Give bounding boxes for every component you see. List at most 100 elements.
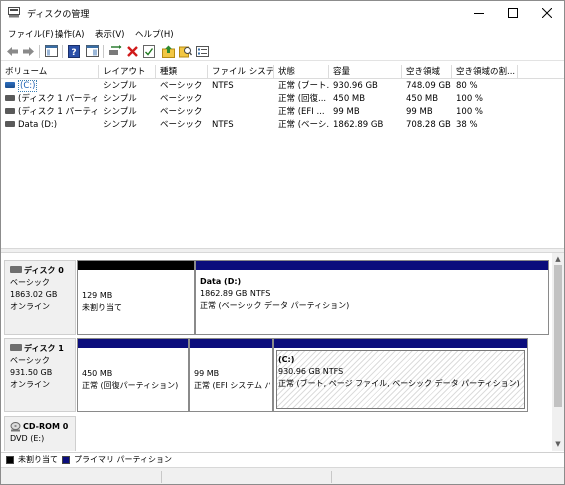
volume-capacity: 99 MB [333, 107, 360, 117]
legend-swatch-unallocated [6, 456, 14, 464]
partition-status: 正常 (ベーシック データ パーティション) [200, 301, 350, 310]
console-tree-icon [44, 45, 58, 57]
volume-icon [5, 107, 15, 114]
minimize-button[interactable] [462, 1, 496, 25]
volume-capacity: 450 MB [333, 94, 366, 104]
disk-0-label[interactable]: ディスク 0 ベーシック 1863.02 GB オンライン [4, 260, 76, 335]
disk-state: オンライン [10, 380, 50, 389]
column-header-type[interactable]: 種類 [156, 65, 208, 79]
volume-name: Data (D:) [18, 120, 58, 130]
partition-efi[interactable]: 99 MB 正常 (EFI システム パ [189, 338, 273, 412]
partition-status: 未割り当て [82, 303, 122, 312]
volume-status: 正常 (ブート... [278, 81, 329, 91]
volume-status: 正常 (EFI ... [278, 107, 325, 117]
menu-help[interactable]: ヘルプ(H) [135, 28, 174, 40]
volume-percent-free: 80 % [456, 81, 478, 91]
disk-type: DVD (E:) [10, 434, 45, 443]
disk-management-window: ディスクの管理 ファイル(F) 操作(A) 表示(V) ヘルプ(H) ? ボリュ… [0, 0, 565, 485]
volume-free-space: 99 MB [406, 107, 433, 117]
delete-button[interactable] [125, 44, 139, 58]
help-button[interactable]: ? [67, 44, 81, 58]
menu-action[interactable]: 操作(A) [55, 28, 84, 40]
close-button[interactable] [530, 1, 564, 25]
disk-icon [10, 266, 22, 273]
partition-bar [196, 261, 548, 270]
volume-status: 正常 (ベーシ... [278, 120, 329, 130]
properties-icon [143, 44, 155, 58]
disk-graphical-view: ディスク 0 ベーシック 1863.02 GB オンライン 129 MB 未割り… [1, 253, 564, 451]
column-header-capacity[interactable]: 容量 [329, 65, 402, 79]
column-header-filesystem[interactable]: ファイル システム [208, 65, 274, 79]
volume-icon [5, 120, 15, 127]
volume-name: (ディスク 1 パーティショ... [18, 107, 99, 117]
scrollbar-thumb[interactable] [554, 265, 562, 407]
partition-c[interactable]: (C:) 930.96 GB NTFS 正常 (ブート, ページ ファイル, ベ… [273, 338, 528, 412]
cdrom-icon [10, 421, 21, 431]
console-tree-button[interactable] [44, 44, 58, 58]
volume-type: ベーシック [160, 120, 203, 130]
column-header-volume[interactable]: ボリューム [1, 65, 99, 79]
column-header-free-space[interactable]: 空き領域 [402, 65, 452, 79]
close-icon [542, 8, 552, 18]
delete-icon [126, 45, 138, 57]
volume-free-space: 708.28 GB [406, 120, 451, 130]
maximize-button[interactable] [496, 1, 530, 25]
disk-name: ディスク 1 [24, 344, 64, 353]
disk-0-row: ディスク 0 ベーシック 1863.02 GB オンライン 129 MB 未割り… [1, 260, 551, 335]
cdrom-0-label[interactable]: CD-ROM 0 DVD (E:) [4, 416, 76, 451]
volume-row[interactable]: (ディスク 1 パーティショ... シンプル ベーシック 正常 (回復... 4… [1, 93, 564, 106]
volume-layout: シンプル [103, 94, 137, 104]
menu-view[interactable]: 表示(V) [95, 28, 124, 40]
disk-1-label[interactable]: ディスク 1 ベーシック 931.50 GB オンライン [4, 338, 76, 412]
volume-name: (ディスク 1 パーティショ... [18, 94, 99, 104]
list-icon [195, 45, 209, 57]
volume-layout: シンプル [103, 107, 137, 117]
column-header-status[interactable]: 状態 [274, 65, 329, 79]
volume-status: 正常 (回復... [278, 94, 327, 104]
scroll-up-icon[interactable]: ▲ [554, 255, 562, 263]
folder-up-button[interactable] [161, 44, 175, 58]
volume-type: ベーシック [160, 107, 203, 117]
column-header-layout[interactable]: レイアウト [99, 65, 156, 79]
volume-row[interactable]: (ディスク 1 パーティショ... シンプル ベーシック 正常 (EFI ...… [1, 106, 564, 119]
properties-button[interactable] [142, 44, 156, 58]
partition-unallocated[interactable]: 129 MB 未割り当て [77, 260, 195, 335]
volume-row[interactable]: (C:) シンプル ベーシック NTFS 正常 (ブート... 930.96 G… [1, 80, 564, 93]
disk-management-icon [8, 7, 20, 18]
partition-status: 正常 (ブート, ページ ファイル, ベーシック データ パーティション) [278, 379, 520, 388]
toolbar-separator [103, 45, 104, 58]
column-header-percent-free[interactable]: 空き領域の割... [452, 65, 518, 79]
partition-size: 129 MB [82, 291, 113, 300]
list-view-button[interactable] [195, 44, 209, 58]
legend-label-primary: プライマリ パーティション [74, 455, 173, 464]
menu-file[interactable]: ファイル(F) [8, 28, 54, 40]
help-icon: ? [68, 44, 80, 58]
partition-data-d[interactable]: Data (D:) 1862.89 GB NTFS 正常 (ベーシック データ … [195, 260, 549, 335]
forward-button[interactable] [21, 44, 35, 58]
volume-type: ベーシック [160, 94, 203, 104]
volume-free-space: 748.09 GB [406, 81, 451, 91]
toolbar-separator [62, 45, 63, 58]
scroll-down-icon[interactable]: ▼ [554, 440, 562, 448]
legend: 未割り当て プライマリ パーティション [1, 452, 564, 466]
partition-name: Data (D:) [200, 277, 242, 286]
volume-percent-free: 100 % [456, 107, 484, 117]
volume-type: ベーシック [160, 81, 203, 91]
volume-row[interactable]: Data (D:) シンプル ベーシック NTFS 正常 (ベーシ... 186… [1, 119, 564, 132]
partition-size: 450 MB [82, 369, 113, 378]
search-button[interactable] [178, 44, 192, 58]
partition-recovery[interactable]: 450 MB 正常 (回復パーティション) [77, 338, 189, 412]
show-hide-button[interactable] [85, 44, 99, 58]
partition-bar [78, 339, 188, 348]
back-button[interactable] [5, 44, 19, 58]
partition-bar [190, 339, 272, 348]
minimize-icon [474, 13, 484, 14]
volume-free-space: 450 MB [406, 94, 439, 104]
graph-scrollbar[interactable]: ▲ ▼ [552, 253, 564, 451]
volume-filesystem [208, 93, 274, 106]
svg-text:?: ? [71, 48, 76, 58]
partition-bar [274, 339, 527, 348]
disk-1-row: ディスク 1 ベーシック 931.50 GB オンライン 450 MB 正常 (… [1, 338, 551, 412]
cdrom-0-row: CD-ROM 0 DVD (E:) [1, 416, 551, 451]
connect-button[interactable] [108, 44, 122, 58]
